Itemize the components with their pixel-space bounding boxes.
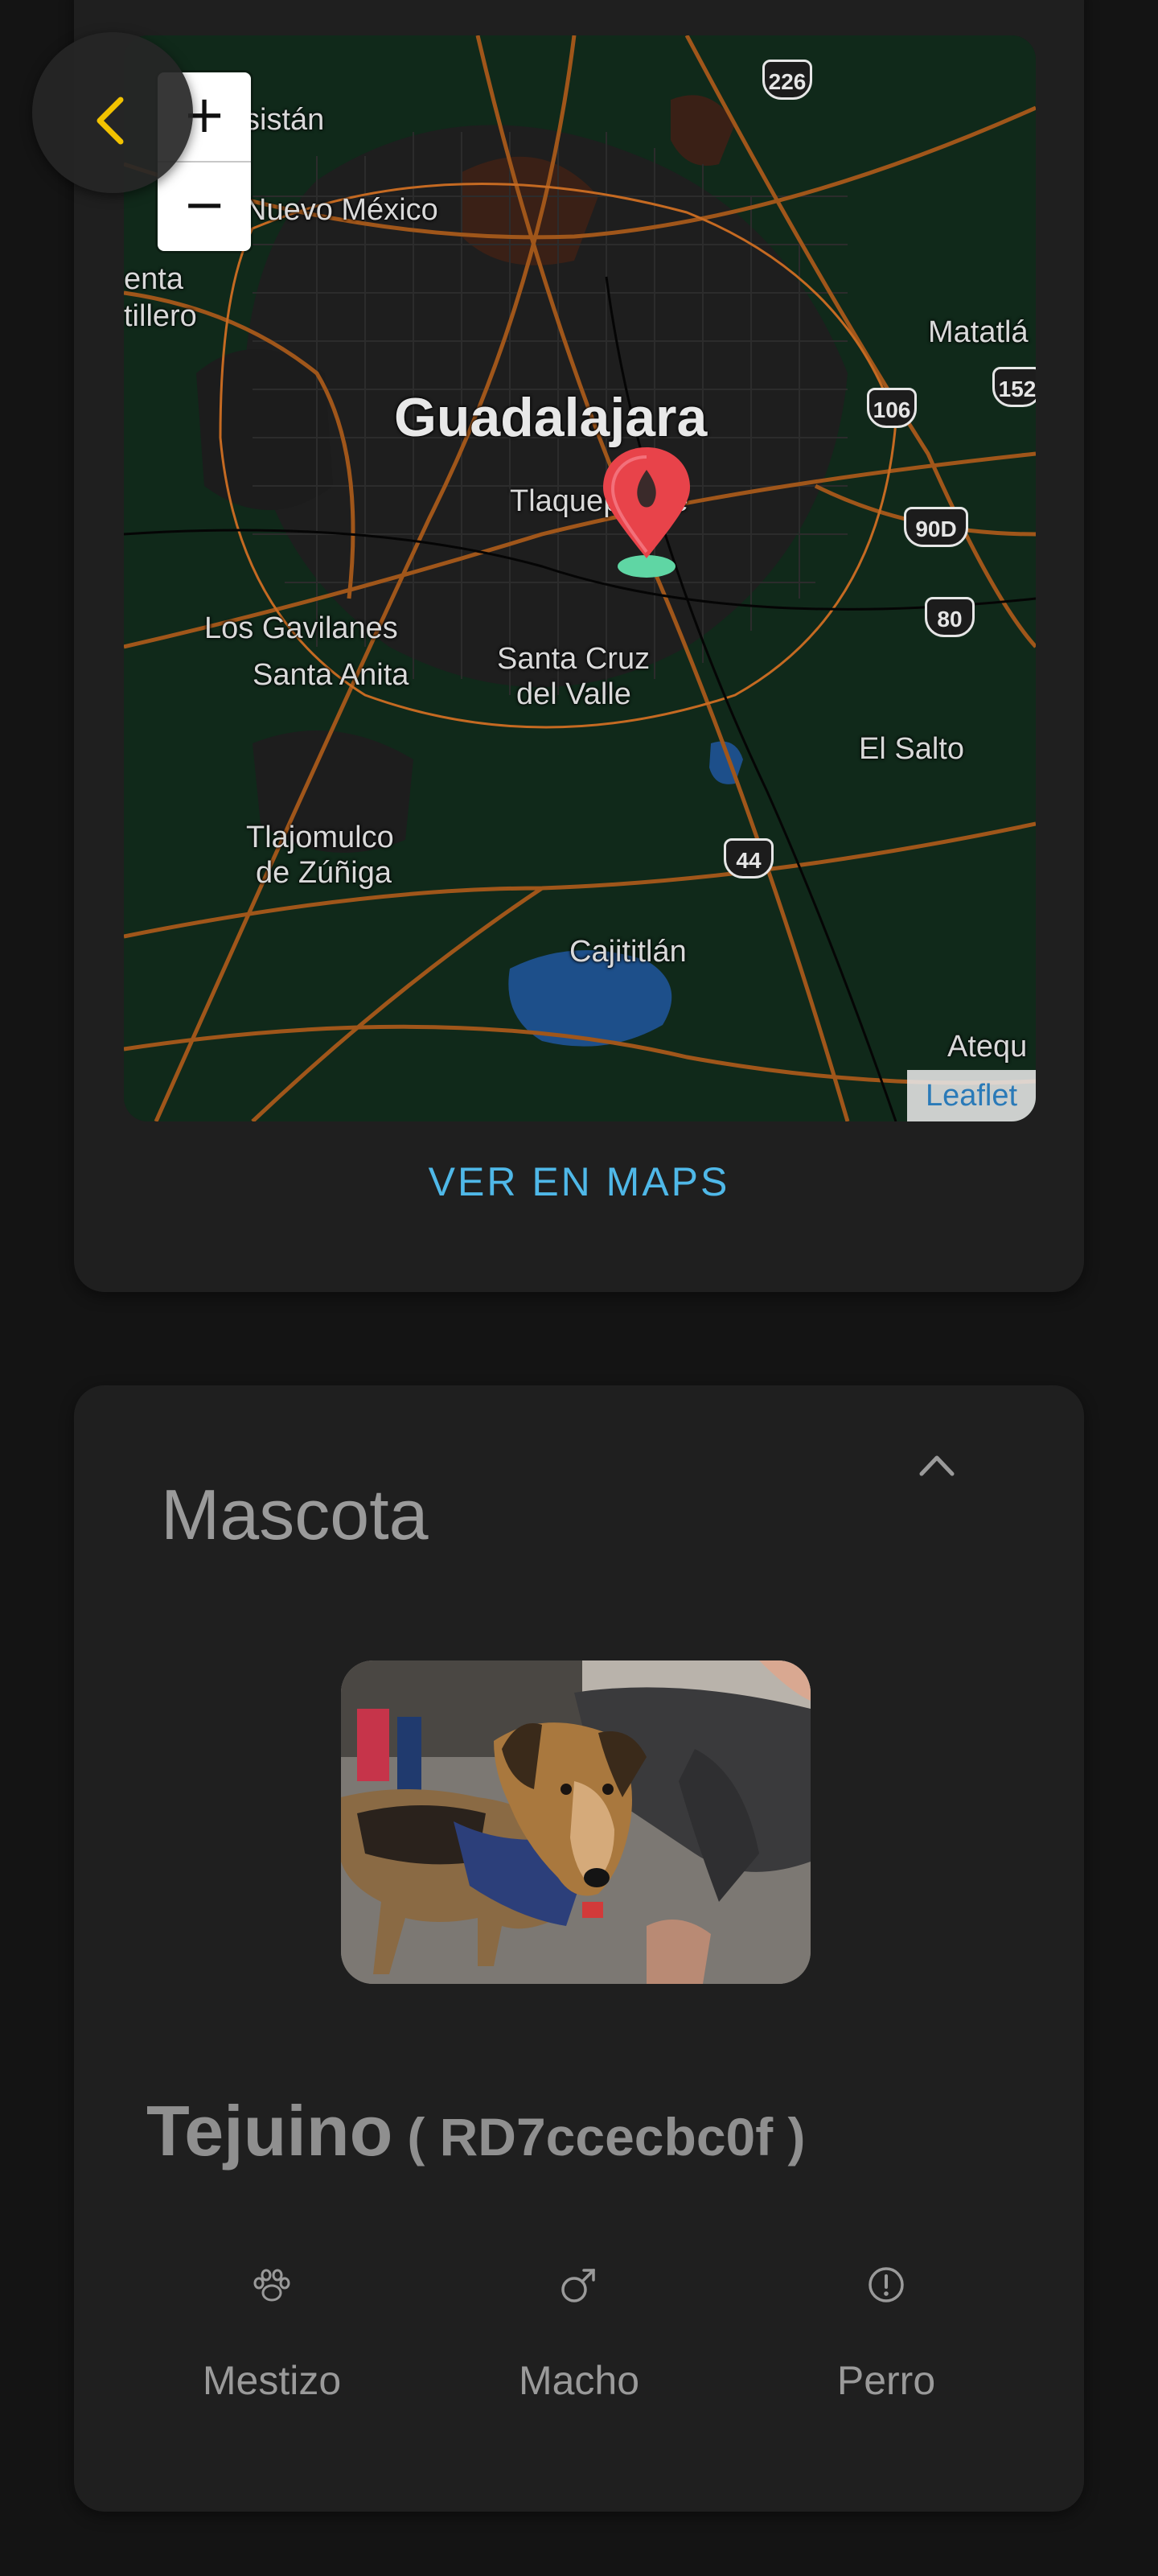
attribute-sex: Macho <box>458 2261 700 2404</box>
map-label: Los Gavilanes <box>204 611 398 645</box>
sex-label: Macho <box>518 2358 640 2403</box>
attribute-species: Perro <box>766 2261 1007 2404</box>
info-alert-icon <box>868 2267 904 2302</box>
highway-shield: 80 <box>925 597 975 637</box>
map-label: enta <box>124 262 183 296</box>
male-icon <box>561 2269 595 2302</box>
map-label: Tlajomulco <box>246 821 394 854</box>
map-pin-icon[interactable] <box>598 446 695 582</box>
map-label: Cajititlán <box>569 935 687 969</box>
map-label: de Zúñiga <box>256 856 392 890</box>
chevron-up-icon[interactable] <box>917 1448 957 1480</box>
chevron-left-icon <box>96 97 124 145</box>
map-label: El Salto <box>859 732 964 766</box>
attribute-breed: Mestizo <box>151 2261 392 2404</box>
species-label: Perro <box>836 2358 936 2403</box>
dog-photo-illustration <box>341 1660 811 1984</box>
highway-shield: 152 <box>992 367 1036 407</box>
map-label: sistán <box>244 103 325 137</box>
section-title: Mascota <box>161 1475 429 1554</box>
map[interactable]: sistán Nuevo México enta tillero Matatlá… <box>124 35 1036 1121</box>
map-label: Santa Cruz <box>497 642 651 676</box>
breed-label: Mestizo <box>202 2358 342 2403</box>
view-in-maps-button[interactable]: VER EN MAPS <box>74 1158 1084 1205</box>
zoom-out-button[interactable]: − <box>158 163 251 251</box>
map-label: del Valle <box>516 677 631 711</box>
back-button[interactable] <box>32 32 193 193</box>
map-label: Santa Anita <box>253 658 409 692</box>
map-label: tillero <box>124 299 197 333</box>
map-label-city: Guadalajara <box>394 387 708 448</box>
highway-shield: 44 <box>724 838 774 879</box>
highway-shield: 90D <box>904 507 968 547</box>
highway-shield: 226 <box>762 60 812 100</box>
pet-id: ( RD7ccecbc0f ) <box>407 2107 806 2167</box>
highway-shield: 106 <box>867 388 917 428</box>
map-label: Matatlá <box>928 315 1029 349</box>
paw-icon <box>253 2269 290 2302</box>
page: sistán Nuevo México enta tillero Matatlá… <box>0 0 1158 2576</box>
pet-name: Tejuino <box>146 2091 393 2171</box>
pet-name-row: Tejuino( RD7ccecbc0f ) <box>146 2090 806 2172</box>
leaflet-attribution-link[interactable]: Leaflet <box>907 1070 1036 1121</box>
pet-photo <box>341 1660 811 1984</box>
map-label: Atequ <box>947 1030 1028 1064</box>
map-label: Nuevo México <box>244 193 438 227</box>
